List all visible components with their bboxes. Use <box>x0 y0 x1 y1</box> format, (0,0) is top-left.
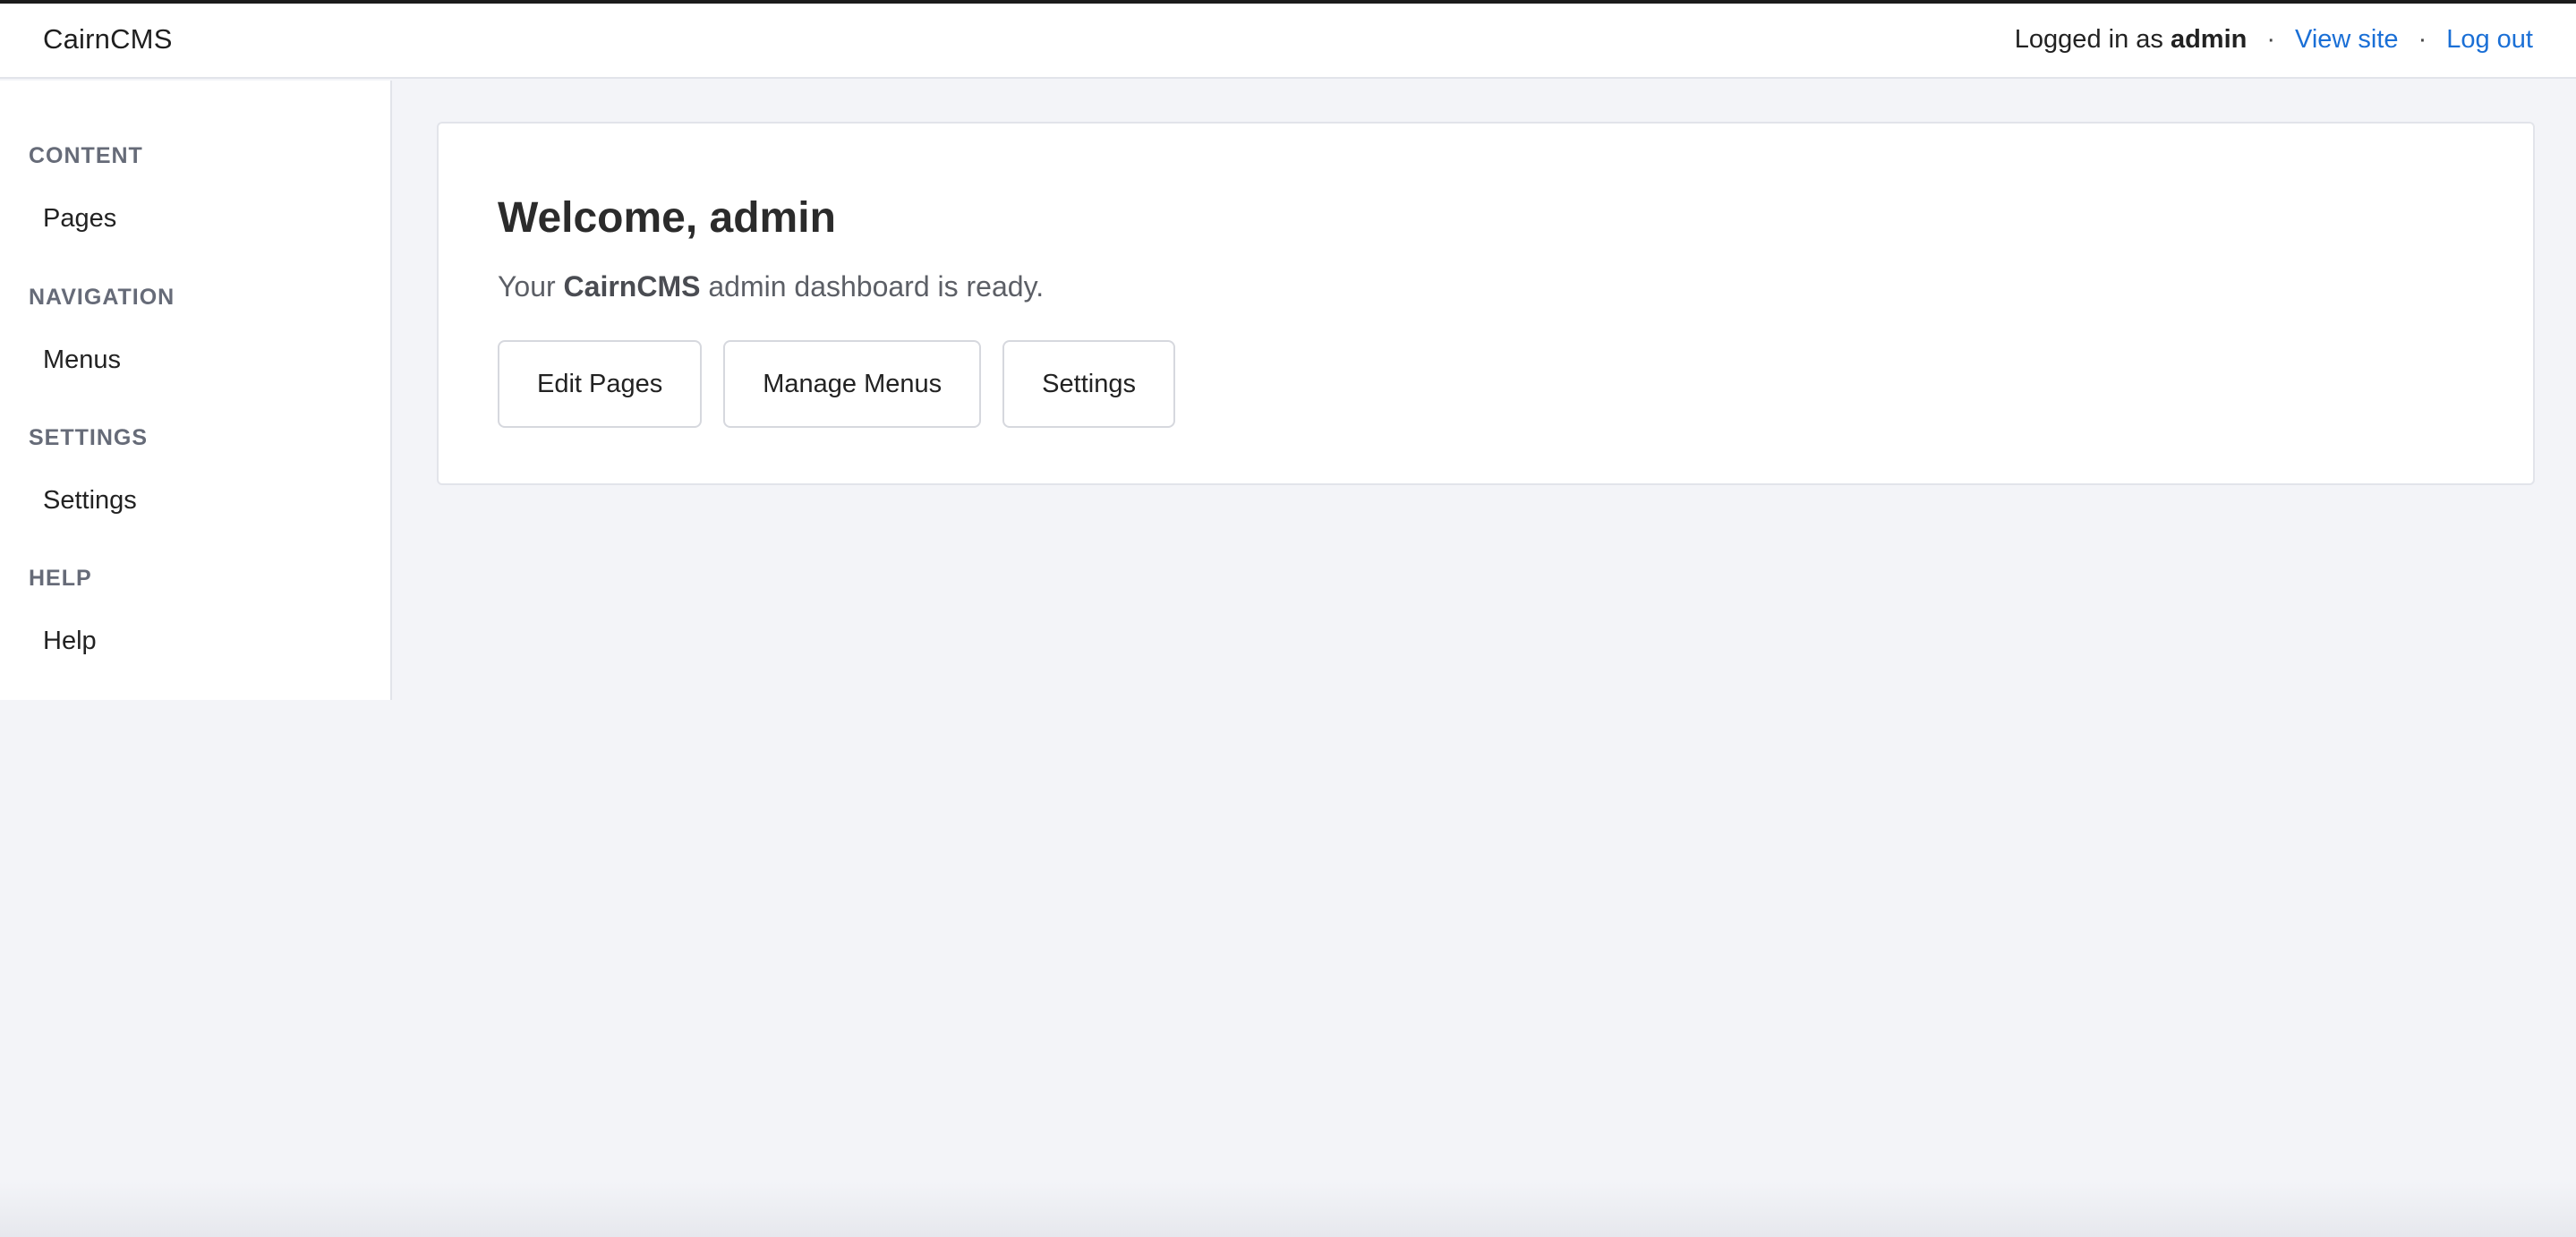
sidebar-heading-help: HELP <box>29 566 92 591</box>
log-out-link[interactable]: Log out <box>2446 25 2533 55</box>
logged-in-label: Logged in as <box>2014 25 2163 54</box>
welcome-prefix: Your <box>498 270 556 303</box>
sidebar-heading-content: CONTENT <box>29 143 143 168</box>
welcome-message: Your CairnCMS admin dashboard is ready. <box>498 270 1044 303</box>
sidebar-heading-settings: SETTINGS <box>29 425 149 450</box>
username: admin <box>2170 25 2248 54</box>
sidebar-item-pages[interactable]: Pages <box>43 204 116 234</box>
sidebar-item-settings[interactable]: Settings <box>43 486 137 516</box>
edit-pages-button[interactable]: Edit Pages <box>498 340 703 428</box>
separator: · <box>2266 25 2276 54</box>
settings-button[interactable]: Settings <box>1002 340 1175 428</box>
user-nav: Logged in as admin · View site · Log out <box>2015 25 2533 55</box>
welcome-brand: CairnCMS <box>563 270 701 303</box>
sidebar-item-help[interactable]: Help <box>43 627 97 656</box>
sidebar: CONTENT Pages NAVIGATION Menus SETTINGS … <box>0 81 392 700</box>
top-bar: CairnCMS Logged in as admin · View site … <box>0 4 2576 79</box>
sidebar-heading-navigation: NAVIGATION <box>29 285 175 310</box>
page-title: Welcome, admin <box>498 194 836 242</box>
window-bottom-shadow <box>0 1182 2576 1237</box>
quick-actions: Edit Pages Manage Menus Settings <box>498 340 1175 428</box>
welcome-card: Welcome, admin Your CairnCMS admin dashb… <box>437 122 2535 485</box>
manage-menus-button[interactable]: Manage Menus <box>723 340 982 428</box>
separator: · <box>2418 25 2427 54</box>
brand-logo[interactable]: CairnCMS <box>43 23 173 55</box>
sidebar-item-menus[interactable]: Menus <box>43 346 121 375</box>
welcome-suffix: admin dashboard is ready. <box>708 270 1045 303</box>
view-site-link[interactable]: View site <box>2295 25 2399 55</box>
